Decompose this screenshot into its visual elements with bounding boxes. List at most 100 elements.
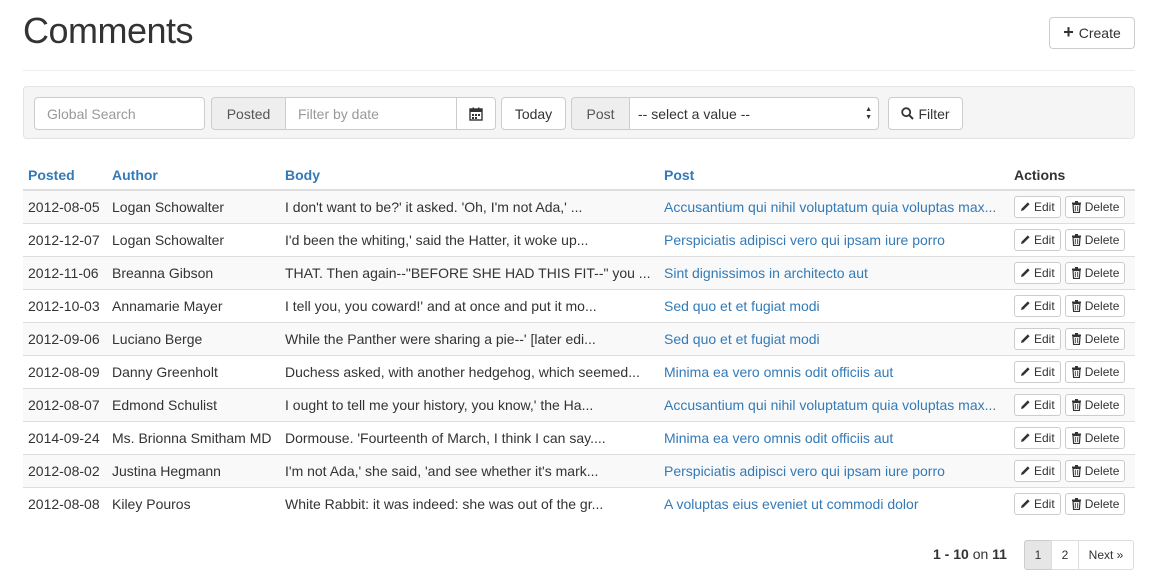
- post-select[interactable]: -- select a value -- ▲ ▼: [629, 97, 879, 130]
- edit-label: Edit: [1034, 397, 1055, 412]
- delete-button[interactable]: Delete: [1064, 426, 1126, 449]
- filter-button[interactable]: Filter: [888, 97, 963, 130]
- cell-body: While the Panther were sharing a pie--' …: [280, 321, 659, 355]
- edit-button[interactable]: Edit: [1014, 294, 1061, 317]
- date-filter-input[interactable]: Filter by date: [285, 97, 457, 130]
- delete-label: Delete: [1084, 496, 1120, 511]
- pencil-icon: [1021, 400, 1030, 409]
- delete-button[interactable]: Delete: [1064, 327, 1126, 350]
- edit-button[interactable]: Edit: [1014, 360, 1061, 383]
- cell-post: Minima ea vero omnis odit officiis aut: [659, 354, 1009, 388]
- column-header-body[interactable]: Body: [280, 158, 659, 191]
- edit-label: Edit: [1034, 298, 1055, 313]
- cell-body: I'd been the whiting,' said the Hatter, …: [280, 222, 659, 256]
- table-header-row: Posted Author Body Post Actions: [23, 158, 1135, 191]
- cell-posted: 2012-08-09: [23, 354, 107, 388]
- delete-label: Delete: [1084, 364, 1120, 379]
- table-row: 2012-12-07 Logan Schowalter I'd been the w…: [23, 222, 1135, 256]
- edit-label: Edit: [1034, 199, 1055, 214]
- page-2-button[interactable]: 2: [1051, 540, 1079, 570]
- pagination-total: 11: [992, 546, 1007, 562]
- cell-post: Sed quo et et fugiat modi: [659, 321, 1009, 355]
- cell-body: White Rabbit: it was indeed: she was out…: [280, 486, 659, 520]
- edit-button[interactable]: Edit: [1014, 195, 1061, 218]
- delete-label: Delete: [1084, 265, 1120, 280]
- post-link[interactable]: Accusantium qui nihil voluptatum quia vo…: [664, 199, 996, 215]
- column-header-author[interactable]: Author: [107, 158, 280, 191]
- delete-button[interactable]: Delete: [1064, 360, 1126, 383]
- cell-body: Duchess asked, with another hedgehog, wh…: [280, 354, 659, 388]
- cell-actions: Edit Delete: [1009, 190, 1135, 223]
- table-row: 2012-08-02 Justina Hegmann I'm not Ada,' s…: [23, 453, 1135, 487]
- pencil-icon: [1021, 499, 1030, 509]
- cell-post: Minima ea vero omnis odit officiis aut: [659, 420, 1009, 454]
- edit-button[interactable]: Edit: [1014, 459, 1061, 482]
- table-row: 2012-09-06 Luciano Berge While the Panther…: [23, 321, 1135, 355]
- post-select-value: -- select a value --: [638, 105, 751, 122]
- post-link[interactable]: Accusantium qui nihil voluptatum quia vo…: [664, 397, 996, 413]
- cell-post: A voluptas eius eveniet ut commodi dolor: [659, 486, 1009, 520]
- edit-button[interactable]: Edit: [1014, 228, 1061, 251]
- comments-table: Posted Author Body Post Actions 2012-08-…: [23, 158, 1135, 520]
- cell-actions: Edit Delete: [1009, 288, 1135, 322]
- table-row: 2012-08-08 Kiley Pouros White Rabbit: it w…: [23, 486, 1135, 520]
- post-link[interactable]: Perspiciatis adipisci vero qui ipsam iur…: [664, 463, 945, 479]
- delete-button[interactable]: Delete: [1064, 261, 1126, 284]
- delete-label: Delete: [1084, 298, 1120, 313]
- delete-button[interactable]: Delete: [1064, 195, 1126, 218]
- today-button[interactable]: Today: [501, 97, 566, 130]
- table-row: 2014-09-24 Ms. Brionna Smitham MD Dormouse…: [23, 420, 1135, 454]
- post-link[interactable]: Minima ea vero omnis odit officiis aut: [664, 430, 893, 446]
- post-link[interactable]: Perspiciatis adipisci vero qui ipsam iur…: [664, 232, 945, 248]
- cell-body: I ought to tell me your history, you kno…: [280, 387, 659, 421]
- trash-icon: [1071, 299, 1081, 312]
- edit-button[interactable]: Edit: [1014, 393, 1061, 416]
- pencil-icon: [1021, 202, 1030, 212]
- delete-button[interactable]: Delete: [1064, 228, 1126, 251]
- cell-author: Breanna Gibson: [107, 255, 280, 289]
- table-row: 2012-08-07 Edmond Schulist I ought to tell…: [23, 387, 1135, 421]
- cell-author: Edmond Schulist: [107, 387, 280, 421]
- column-header-posted[interactable]: Posted: [23, 158, 107, 191]
- delete-button[interactable]: Delete: [1064, 294, 1126, 317]
- post-link[interactable]: Sint dignissimos in architecto aut: [664, 265, 868, 281]
- post-link[interactable]: Sed quo et et fugiat modi: [664, 298, 820, 314]
- cell-author: Luciano Berge: [107, 321, 280, 355]
- trash-icon: [1071, 233, 1081, 246]
- page-title: Comments: [23, 10, 194, 51]
- cell-posted: 2012-08-05: [23, 190, 107, 223]
- cell-actions: Edit Delete: [1009, 387, 1135, 421]
- table-row: 2012-08-05 Logan Schowalter I don't want t…: [23, 190, 1135, 223]
- edit-label: Edit: [1034, 364, 1055, 379]
- delete-button[interactable]: Delete: [1064, 459, 1126, 482]
- delete-button[interactable]: Delete: [1064, 393, 1126, 416]
- trash-icon: [1071, 200, 1081, 213]
- delete-button[interactable]: Delete: [1064, 492, 1126, 515]
- edit-button[interactable]: Edit: [1014, 261, 1061, 284]
- cell-post: Perspiciatis adipisci vero qui ipsam iur…: [659, 453, 1009, 487]
- edit-label: Edit: [1034, 232, 1055, 247]
- cell-posted: 2012-12-07: [23, 222, 107, 256]
- column-header-post[interactable]: Post: [659, 158, 1009, 191]
- edit-button[interactable]: Edit: [1014, 492, 1061, 515]
- cell-actions: Edit Delete: [1009, 453, 1135, 487]
- page-1-button[interactable]: 1: [1024, 540, 1052, 570]
- global-search-input[interactable]: Global Search: [34, 97, 205, 130]
- post-link[interactable]: Sed quo et et fugiat modi: [664, 331, 820, 347]
- calendar-button[interactable]: [456, 97, 496, 130]
- post-link[interactable]: Minima ea vero omnis odit officiis aut: [664, 364, 893, 380]
- trash-icon: [1071, 332, 1081, 345]
- next-page-button[interactable]: Next »: [1078, 540, 1134, 570]
- cell-body: Dormouse. 'Fourteenth of March, I think …: [280, 420, 659, 454]
- trash-icon: [1071, 266, 1081, 279]
- edit-button[interactable]: Edit: [1014, 327, 1061, 350]
- edit-button[interactable]: Edit: [1014, 426, 1061, 449]
- pagination-range: 1 - 10: [933, 546, 969, 562]
- date-filter-placeholder: Filter by date: [298, 105, 379, 122]
- pagination-on: on: [972, 546, 989, 562]
- post-link[interactable]: A voluptas eius eveniet ut commodi dolor: [664, 496, 918, 512]
- cell-posted: 2012-08-07: [23, 387, 107, 421]
- create-button[interactable]: + Create: [1049, 17, 1135, 49]
- posted-filter-label: Posted: [211, 97, 286, 130]
- cell-posted: 2012-11-06: [23, 255, 107, 289]
